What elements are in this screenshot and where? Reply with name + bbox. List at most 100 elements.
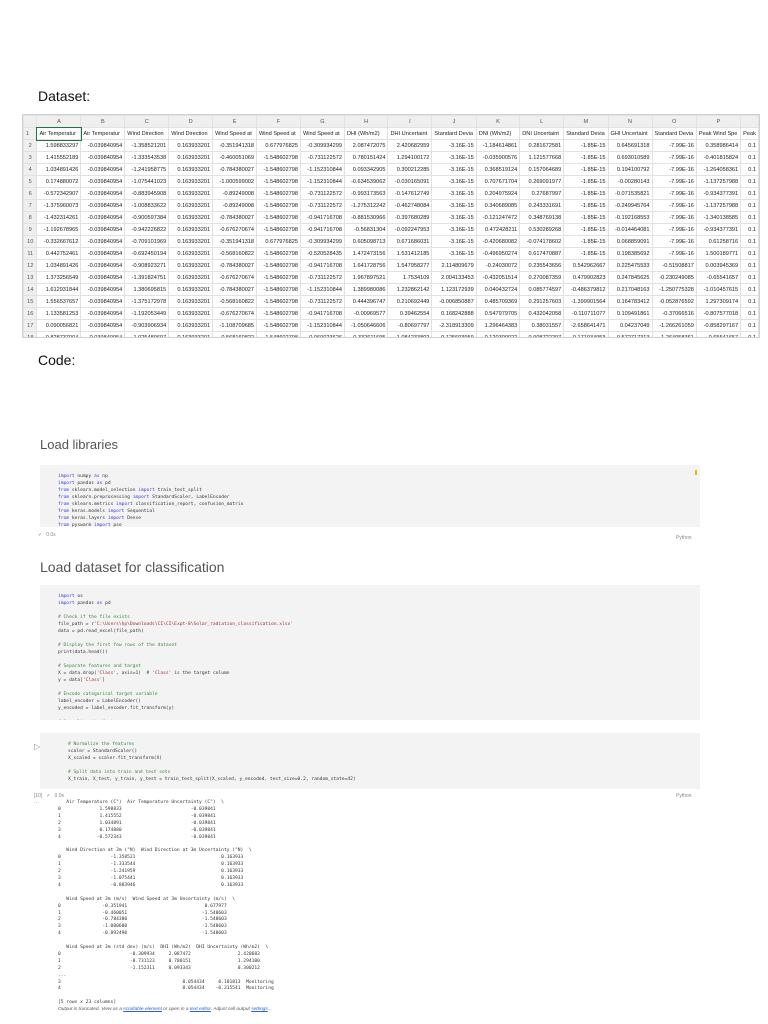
data-cell[interactable]: -1.152310844: [299, 319, 345, 332]
row-header[interactable]: 15: [23, 295, 38, 308]
data-cell[interactable]: -0.65541657: [695, 271, 742, 284]
row-header[interactable]: 16: [23, 307, 38, 320]
data-cell[interactable]: 0.1: [740, 211, 759, 224]
data-cell[interactable]: 0.090056821: [36, 319, 82, 332]
column-header[interactable]: N: [607, 115, 653, 128]
data-cell[interactable]: 0.485709369: [475, 295, 521, 308]
data-cell[interactable]: -1.152310844: [299, 283, 345, 296]
data-cell[interactable]: 0.243331691: [519, 199, 565, 212]
row-header[interactable]: 14: [23, 283, 38, 296]
data-cell[interactable]: 0.225475533: [607, 259, 653, 272]
data-cell[interactable]: 1.034891426: [36, 259, 82, 272]
data-cell[interactable]: 1.556537657: [36, 295, 82, 308]
data-cell[interactable]: -2.658641471: [563, 319, 609, 332]
data-cell[interactable]: -0.881530966: [343, 211, 389, 224]
data-cell[interactable]: 0.163933201: [168, 151, 214, 164]
data-cell[interactable]: 0.1: [740, 331, 759, 337]
data-cell[interactable]: 1.389980086: [343, 283, 389, 296]
header-cell[interactable]: Wind Speed at: [299, 127, 345, 140]
data-cell[interactable]: -0.731122572: [299, 187, 345, 200]
data-cell[interactable]: -3.16E-15: [431, 187, 477, 200]
data-cell[interactable]: -1.548602798: [256, 283, 301, 296]
data-cell[interactable]: 1.7534109: [387, 271, 433, 284]
data-cell[interactable]: -1.85E-15: [563, 163, 609, 176]
data-cell[interactable]: -0.934377391: [695, 223, 742, 236]
data-cell[interactable]: 0.645691318: [607, 139, 653, 152]
data-cell[interactable]: 1.598833297: [36, 139, 82, 152]
data-cell[interactable]: 0.163933201: [168, 307, 214, 320]
data-cell[interactable]: -0.24030072: [475, 259, 521, 272]
data-cell[interactable]: 0.163933201: [168, 175, 214, 188]
data-cell[interactable]: -0.039840954: [80, 259, 126, 272]
data-cell[interactable]: 1.641728756: [343, 259, 389, 272]
language-label[interactable]: Python: [676, 793, 692, 799]
column-header[interactable]: E: [212, 115, 258, 128]
data-cell[interactable]: 0.444396747: [343, 295, 389, 308]
data-cell[interactable]: -0.784380027: [212, 259, 258, 272]
data-cell[interactable]: -1.85E-15: [563, 211, 609, 224]
data-cell[interactable]: 0.1: [740, 283, 759, 296]
data-cell[interactable]: -0.807577018: [695, 307, 742, 320]
row-header[interactable]: 9: [23, 223, 38, 236]
data-cell[interactable]: 0.168242888: [431, 307, 477, 320]
row-header[interactable]: 2: [23, 139, 38, 152]
header-cell[interactable]: Wind Speed at: [256, 127, 301, 140]
data-cell[interactable]: -0.192168553: [607, 211, 653, 224]
data-cell[interactable]: 0.300212285: [387, 163, 433, 176]
column-header[interactable]: L: [519, 115, 565, 128]
row-header[interactable]: 17: [23, 319, 38, 332]
data-cell[interactable]: -0.249945764: [607, 199, 653, 212]
data-cell[interactable]: 0.677976825: [256, 235, 301, 248]
data-cell[interactable]: -0.039840954: [80, 211, 126, 224]
data-cell[interactable]: -1.241958775: [124, 163, 170, 176]
header-cell[interactable]: Wind Speed at: [212, 127, 258, 140]
data-cell[interactable]: 0.163933201: [168, 283, 214, 296]
header-cell[interactable]: DNI Uncertaint: [519, 127, 565, 140]
data-cell[interactable]: -0.039840954: [80, 199, 126, 212]
header-cell[interactable]: DNI (Wh/m2): [475, 127, 521, 140]
data-cell[interactable]: -1.548602798: [256, 307, 301, 320]
data-cell[interactable]: -0.332611695: [343, 331, 389, 337]
data-cell[interactable]: -0.520528435: [299, 247, 345, 260]
row-header[interactable]: 10: [23, 235, 38, 248]
data-cell[interactable]: -1.548602798: [256, 151, 301, 164]
column-header[interactable]: C: [124, 115, 170, 128]
data-cell[interactable]: -0.784380027: [212, 163, 258, 176]
data-cell[interactable]: -7.99E-16: [651, 247, 697, 260]
data-cell[interactable]: 1.264058361: [651, 331, 697, 337]
column-header[interactable]: J: [431, 115, 477, 128]
data-cell[interactable]: -1.548602798: [256, 247, 301, 260]
data-cell[interactable]: 0.1: [740, 163, 759, 176]
row-header[interactable]: 13: [23, 271, 38, 284]
data-cell[interactable]: -0.37066516: [651, 307, 697, 320]
data-cell[interactable]: -1.075441023: [124, 175, 170, 188]
column-header[interactable]: A: [36, 115, 82, 128]
header-cell[interactable]: GHI Uncertaint: [607, 127, 653, 140]
header-cell[interactable]: DHI Uncertaint: [387, 127, 433, 140]
data-cell[interactable]: 0.358986414: [695, 139, 742, 152]
settings-link[interactable]: settings: [251, 1007, 268, 1012]
data-cell[interactable]: 2.420682959: [387, 139, 433, 152]
data-cell[interactable]: 0.163933201: [168, 271, 214, 284]
data-cell[interactable]: 0.547979705: [475, 307, 521, 320]
data-cell[interactable]: -0.908923271: [124, 259, 170, 272]
data-cell[interactable]: -3.16E-15: [431, 211, 477, 224]
data-cell[interactable]: -0.784380027: [212, 283, 258, 296]
row-header[interactable]: 3: [23, 151, 38, 164]
data-cell[interactable]: 0.281672581: [519, 139, 565, 152]
data-cell[interactable]: 0.163933201: [168, 331, 214, 337]
data-cell[interactable]: -0.65541657: [695, 331, 742, 337]
data-cell[interactable]: -1.548602798: [256, 331, 301, 337]
data-cell[interactable]: 0.671686031: [387, 235, 433, 248]
data-cell[interactable]: -0.692450194: [124, 247, 170, 260]
data-cell[interactable]: -0.941716708: [299, 259, 345, 272]
data-cell[interactable]: -0.731122572: [299, 271, 345, 284]
data-cell[interactable]: -1.399901564: [563, 295, 609, 308]
data-cell[interactable]: 0.157064689: [519, 163, 565, 176]
code-cell-imports[interactable]: import numpy as np import pandas as pd fro…: [40, 465, 700, 528]
data-cell[interactable]: -1.548602798: [256, 295, 301, 308]
data-cell[interactable]: 0.432042058: [519, 307, 565, 320]
data-cell[interactable]: 0.1: [740, 139, 759, 152]
data-cell[interactable]: -1.548602798: [256, 211, 301, 224]
data-cell[interactable]: -1.358521201: [124, 139, 170, 152]
